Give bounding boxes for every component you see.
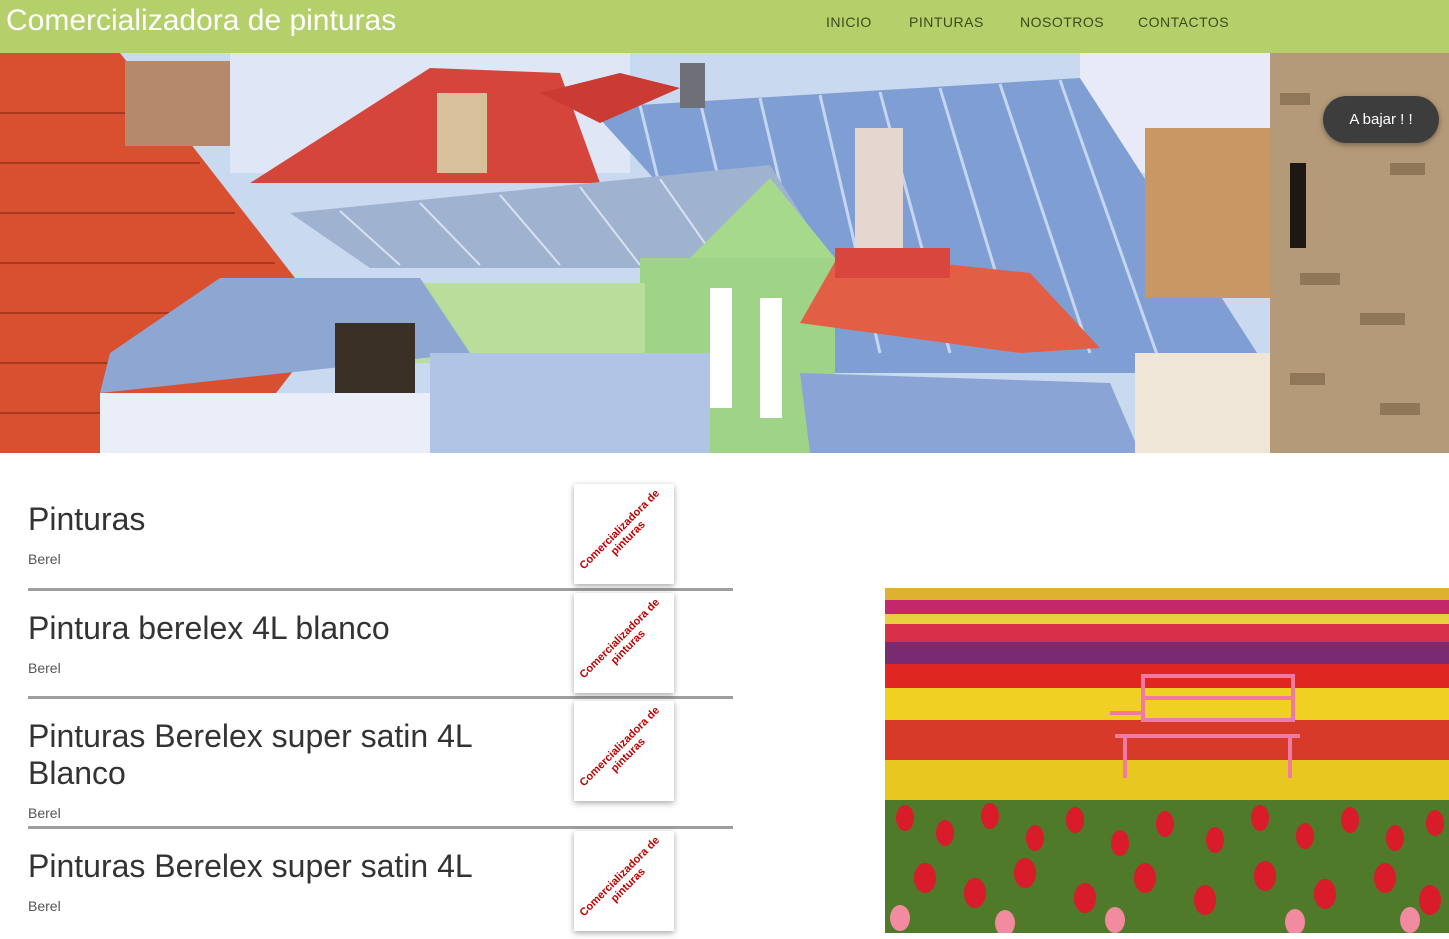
product-thumbnail[interactable]: Comercializadora de pinturas [574,593,674,693]
product-title[interactable]: Pinturas Berelex super satin 4L [28,848,548,885]
thumbnail-watermark: Comercializadora de pinturas [577,487,663,573]
product-brand: Berel [28,898,61,914]
product-thumbnail[interactable]: Comercializadora de pinturas [574,831,674,931]
product-title[interactable]: Pinturas Berelex super satin 4L Blanco [28,718,548,792]
nav-pinturas[interactable]: PINTURAS [909,14,984,30]
product-title[interactable]: Pintura berelex 4L blanco [28,610,548,647]
product-brand: Berel [28,805,61,821]
top-navbar: Comercializadora de pinturas INICIO PINT… [0,0,1449,53]
product-item[interactable]: Pinturas Berel Comercializadora de pintu… [28,482,733,591]
product-item[interactable]: Pinturas Berelex super satin 4L Blanco B… [28,699,733,829]
thumbnail-watermark: Comercializadora de pinturas [577,834,663,920]
nav-inicio[interactable]: INICIO [826,14,872,30]
site-brand[interactable]: Comercializadora de pinturas [6,4,396,38]
nav-nosotros[interactable]: NOSOTROS [1020,14,1104,30]
thumbnail-watermark: Comercializadora de pinturas [577,596,663,682]
product-thumbnail[interactable]: Comercializadora de pinturas [574,701,674,801]
product-item[interactable]: Pinturas Berelex super satin 4L Berel Co… [28,829,733,939]
thumbnail-watermark: Comercializadora de pinturas [577,704,663,790]
nav-contactos[interactable]: CONTACTOS [1138,14,1229,30]
product-brand: Berel [28,551,61,567]
product-thumbnail[interactable]: Comercializadora de pinturas [574,484,674,584]
product-list: Pinturas Berel Comercializadora de pintu… [28,482,733,939]
hero-rooftops-image [0,53,1449,453]
product-item[interactable]: Pintura berelex 4L blanco Berel Comercia… [28,591,733,699]
tulip-field-image [885,588,1449,933]
scroll-down-button[interactable]: A bajar ! ! [1323,96,1439,143]
product-brand: Berel [28,660,61,676]
product-title[interactable]: Pinturas [28,501,548,538]
